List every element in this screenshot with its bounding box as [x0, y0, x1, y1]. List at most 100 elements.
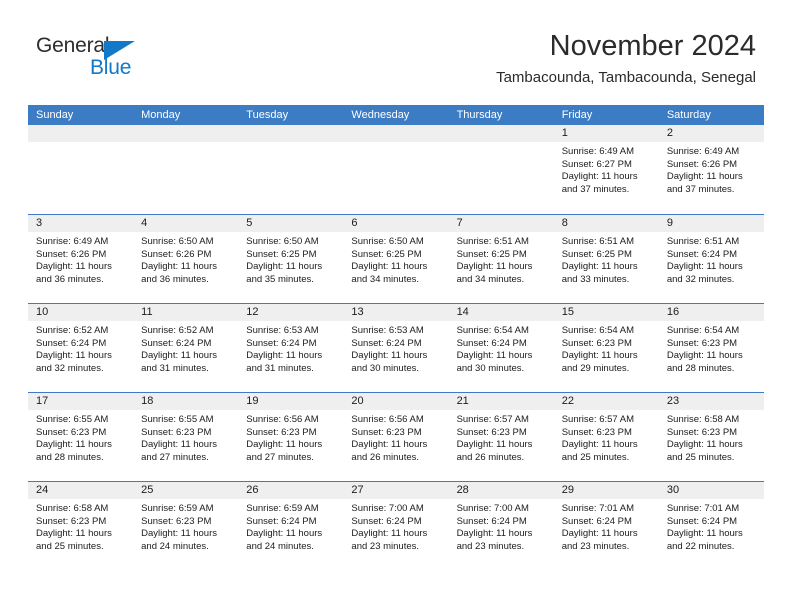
day-sun-info: Sunrise: 6:57 AM Sunset: 6:23 PM Daylight:…: [449, 410, 554, 464]
weekday-header-thursday: Thursday: [456, 109, 503, 121]
daylight-text-line2: and 26 minutes.: [351, 451, 420, 463]
daylight-text-line2: and 25 minutes.: [666, 451, 735, 463]
day-number: 17: [36, 395, 49, 407]
sunset-text: Sunset: 6:24 PM: [141, 337, 212, 349]
day-number-band: 14: [448, 304, 554, 321]
daylight-text-line2: and 32 minutes.: [36, 362, 104, 374]
calendar-day-cell[interactable]: 20 Sunrise: 6:56 AM Sunset: 6:23 PM Dayligh…: [343, 393, 449, 481]
day-number-band: 17: [28, 393, 134, 410]
day-number-band: 24: [28, 482, 134, 499]
calendar-day-cell[interactable]: 27 Sunrise: 7:00 AM Sunset: 6:24 PM Dayligh…: [343, 482, 449, 570]
sunset-text: Sunset: 6:24 PM: [246, 337, 317, 349]
sunset-text: Sunset: 6:24 PM: [666, 248, 738, 260]
calendar-day-cell[interactable]: 15 Sunrise: 6:54 AM Sunset: 6:23 PM Dayligh…: [553, 304, 659, 392]
calendar-day-cell[interactable]: 13 Sunrise: 6:53 AM Sunset: 6:24 PM Dayligh…: [343, 304, 449, 392]
calendar-day-cell[interactable]: 14 Sunrise: 6:54 AM Sunset: 6:24 PM Dayligh…: [448, 304, 554, 392]
daylight-text-line1: Daylight: 11 hours: [246, 439, 323, 451]
calendar-day-cell[interactable]: 30 Sunrise: 7:01 AM Sunset: 6:24 PM Dayligh…: [658, 482, 764, 570]
sunset-text: Sunset: 6:24 PM: [561, 515, 632, 527]
calendar-day-cell[interactable]: 16 Sunrise: 6:54 AM Sunset: 6:23 PM Dayligh…: [658, 304, 764, 392]
calendar-day-cell[interactable]: 1 Sunrise: 6:49 AM Sunset: 6:27 PM Daylight…: [553, 125, 659, 214]
calendar-day-cell[interactable]: 7 Sunrise: 6:51 AM Sunset: 6:25 PM Daylight…: [448, 215, 554, 303]
day-number-band: 11: [133, 304, 239, 321]
calendar-day-cell[interactable]: 5 Sunrise: 6:50 AM Sunset: 6:25 PM Daylight…: [238, 215, 344, 303]
day-sun-info: Sunrise: 6:58 AM Sunset: 6:23 PM Daylight:…: [28, 499, 133, 553]
calendar-day-cell[interactable]: 2 Sunrise: 6:49 AM Sunset: 6:26 PM Daylight…: [658, 125, 764, 214]
daylight-text-line2: and 27 minutes.: [141, 451, 209, 463]
calendar-day-cell[interactable]: 4 Sunrise: 6:50 AM Sunset: 6:26 PM Daylight…: [133, 215, 239, 303]
daylight-text-line1: Daylight: 11 hours: [246, 261, 323, 273]
calendar-day-cell[interactable]: 3 Sunrise: 6:49 AM Sunset: 6:26 PM Daylight…: [28, 215, 134, 303]
sunset-text: Sunset: 6:23 PM: [561, 337, 632, 349]
daylight-text-line2: and 37 minutes.: [666, 183, 735, 195]
calendar-day-cell[interactable]: 10 Sunrise: 6:52 AM Sunset: 6:24 PM Dayligh…: [28, 304, 134, 392]
weekday-header-wednesday: Wednesday: [351, 109, 410, 121]
day-number: 18: [141, 395, 154, 407]
day-number: 21: [456, 395, 469, 407]
day-sun-info: Sunrise: 6:50 AM Sunset: 6:25 PM Daylight:…: [238, 232, 343, 286]
day-sun-info: Sunrise: 6:52 AM Sunset: 6:24 PM Daylight:…: [133, 321, 238, 375]
day-number-band: [238, 125, 344, 142]
day-number-band: 15: [553, 304, 659, 321]
calendar-day-cell[interactable]: 8 Sunrise: 6:51 AM Sunset: 6:25 PM Daylight…: [553, 215, 659, 303]
calendar-day-cell[interactable]: 28 Sunrise: 7:00 AM Sunset: 6:24 PM Dayligh…: [448, 482, 554, 570]
day-sun-info: Sunrise: 6:56 AM Sunset: 6:23 PM Daylight:…: [238, 410, 343, 464]
calendar-day-cell[interactable]: 25 Sunrise: 6:59 AM Sunset: 6:23 PM Dayligh…: [133, 482, 239, 570]
logo-text-general: General: [36, 34, 110, 57]
day-number-band: 1: [553, 125, 659, 142]
calendar-day-cell[interactable]: 6 Sunrise: 6:50 AM Sunset: 6:25 PM Daylight…: [343, 215, 449, 303]
calendar-day-cell[interactable]: 18 Sunrise: 6:55 AM Sunset: 6:23 PM Dayligh…: [133, 393, 239, 481]
day-number-band: [133, 125, 239, 142]
calendar-day-cell[interactable]: 12 Sunrise: 6:53 AM Sunset: 6:24 PM Dayligh…: [238, 304, 344, 392]
sunrise-text: Sunrise: 7:00 AM: [456, 503, 529, 514]
daylight-text-line1: Daylight: 11 hours: [666, 528, 743, 540]
weekday-header-saturday: Saturday: [666, 109, 711, 121]
calendar-day-cell[interactable]: 9 Sunrise: 6:51 AM Sunset: 6:24 PM Daylight…: [658, 215, 764, 303]
day-number: 30: [666, 484, 680, 496]
day-sun-info: Sunrise: 6:55 AM Sunset: 6:23 PM Daylight:…: [28, 410, 133, 464]
calendar-day-cell[interactable]: 21 Sunrise: 6:57 AM Sunset: 6:23 PM Dayligh…: [448, 393, 554, 481]
day-sun-info: Sunrise: 6:50 AM Sunset: 6:25 PM Daylight:…: [343, 232, 448, 286]
sunset-text: Sunset: 6:24 PM: [456, 337, 527, 349]
daylight-text-line2: and 30 minutes.: [351, 362, 420, 374]
sunrise-text: Sunrise: 6:54 AM: [666, 325, 740, 336]
sunrise-text: Sunrise: 6:58 AM: [666, 414, 740, 425]
day-number: 25: [141, 484, 154, 496]
page-title: November 2024: [549, 30, 756, 62]
day-sun-info: Sunrise: 6:56 AM Sunset: 6:23 PM Daylight:…: [343, 410, 448, 464]
day-number-band: 8: [553, 215, 659, 232]
calendar-day-cell[interactable]: 11 Sunrise: 6:52 AM Sunset: 6:24 PM Dayligh…: [133, 304, 239, 392]
calendar-day-cell[interactable]: 29 Sunrise: 7:01 AM Sunset: 6:24 PM Dayligh…: [553, 482, 659, 570]
daylight-text-line1: Daylight: 11 hours: [456, 439, 533, 451]
day-number-band: 7: [448, 215, 554, 232]
calendar-day-cell[interactable]: 26 Sunrise: 6:59 AM Sunset: 6:24 PM Dayligh…: [238, 482, 344, 570]
day-number: 26: [246, 484, 259, 496]
calendar-day-cell-empty: [343, 125, 449, 214]
day-number-band: 20: [343, 393, 449, 410]
day-number: 20: [351, 395, 364, 407]
calendar-day-cell[interactable]: 19 Sunrise: 6:56 AM Sunset: 6:23 PM Dayligh…: [238, 393, 344, 481]
sunrise-text: Sunrise: 6:55 AM: [36, 414, 109, 425]
day-sun-info: Sunrise: 7:01 AM Sunset: 6:24 PM Daylight:…: [554, 499, 659, 553]
day-number-band: [343, 125, 449, 142]
sunset-text: Sunset: 6:26 PM: [141, 248, 212, 260]
day-number: 24: [36, 484, 49, 496]
day-number-band: 23: [658, 393, 764, 410]
calendar-day-cell[interactable]: 17 Sunrise: 6:55 AM Sunset: 6:23 PM Dayligh…: [28, 393, 134, 481]
generalblue-logo[interactable]: General Blue: [36, 34, 186, 82]
day-number-band: 28: [448, 482, 554, 499]
day-sun-info: Sunrise: 6:52 AM Sunset: 6:24 PM Daylight:…: [28, 321, 133, 375]
sunrise-text: Sunrise: 6:59 AM: [246, 503, 319, 514]
day-number: 10: [36, 306, 49, 318]
day-number-band: 6: [343, 215, 449, 232]
calendar-page: General Blue November 2024 Tambacounda, …: [0, 0, 792, 612]
day-number: 4: [141, 217, 148, 229]
calendar-day-cell-empty: [133, 125, 239, 214]
daylight-text-line1: Daylight: 11 hours: [561, 171, 638, 183]
daylight-text-line2: and 31 minutes.: [246, 362, 314, 374]
day-number: 13: [351, 306, 364, 318]
calendar-day-cell[interactable]: 23 Sunrise: 6:58 AM Sunset: 6:23 PM Dayligh…: [658, 393, 764, 481]
calendar-day-cell-empty: [28, 125, 134, 214]
calendar-day-cell[interactable]: 24 Sunrise: 6:58 AM Sunset: 6:23 PM Dayligh…: [28, 482, 134, 570]
calendar-day-cell[interactable]: 22 Sunrise: 6:57 AM Sunset: 6:23 PM Dayligh…: [553, 393, 659, 481]
